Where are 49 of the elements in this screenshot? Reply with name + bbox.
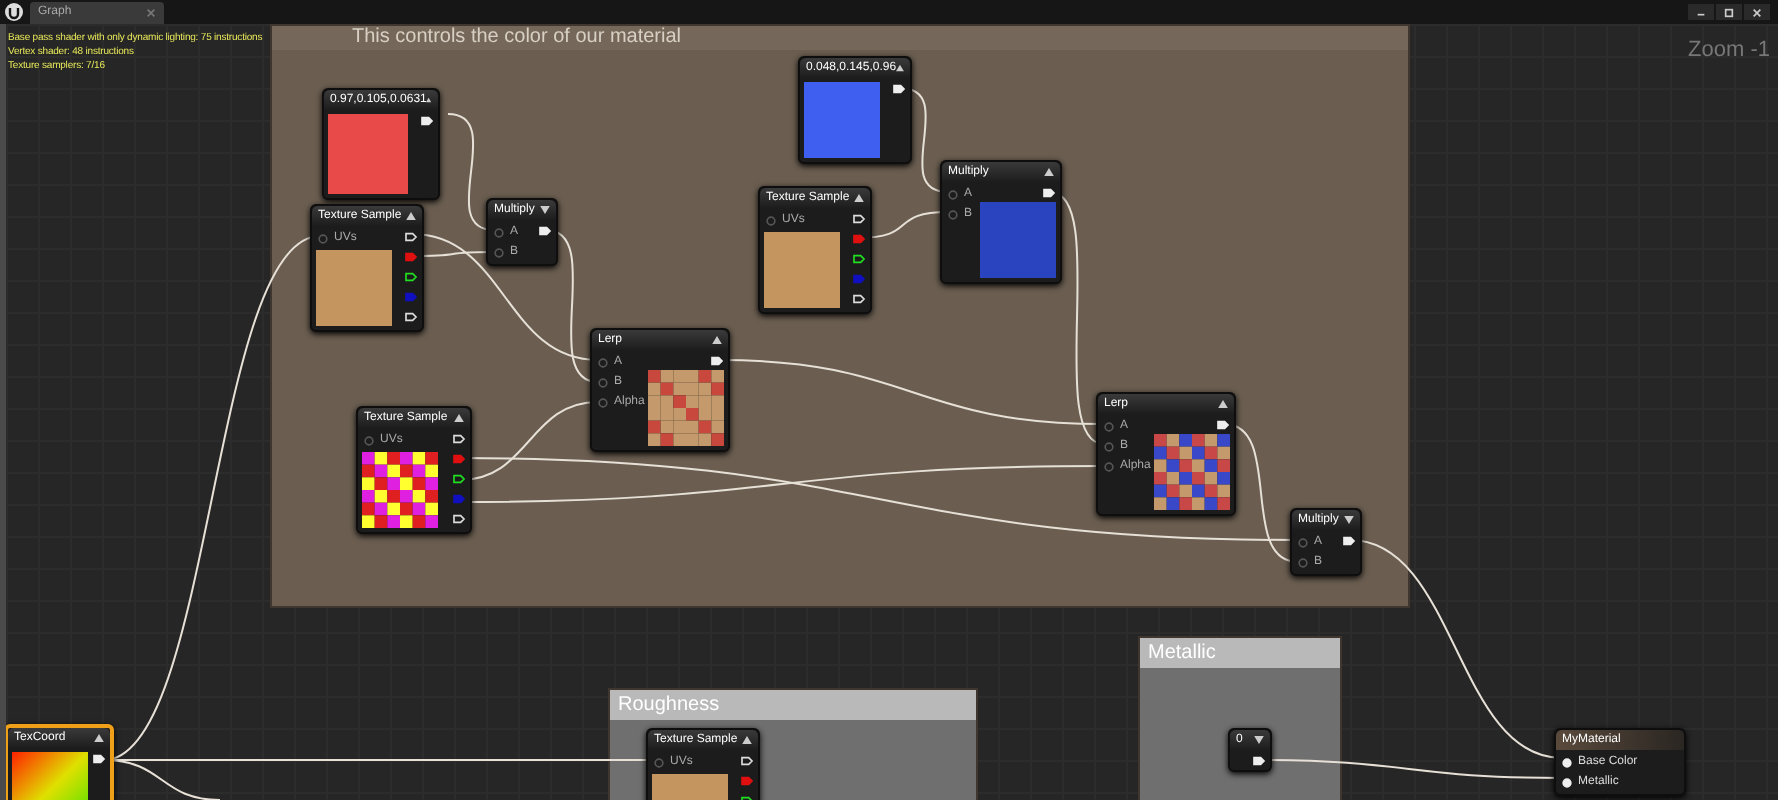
close-icon[interactable]: [146, 8, 156, 18]
input-pin-icon[interactable]: [766, 215, 776, 225]
close-icon: [1752, 7, 1762, 17]
close-button[interactable]: [1744, 4, 1770, 20]
texture-preview: [1154, 434, 1231, 510]
collapse-arrow-icon[interactable]: [94, 734, 104, 742]
maximize-icon: [1724, 7, 1734, 17]
input-pin-icon[interactable]: [364, 435, 374, 445]
input-pin-icon[interactable]: [318, 233, 328, 243]
texture-preview: [764, 232, 840, 308]
input-pin-icon[interactable]: [1298, 557, 1308, 567]
collapse-arrow-icon[interactable]: [426, 96, 432, 104]
input-pin-icon[interactable]: [948, 189, 958, 199]
collapse-arrow-icon[interactable]: [742, 736, 752, 744]
input-pin-icon[interactable]: [598, 357, 608, 367]
comment-title: Roughness: [616, 695, 720, 715]
input-pin-icon[interactable]: [598, 377, 608, 387]
input-pin-icon[interactable]: [1298, 537, 1308, 547]
graph-canvas[interactable]: [0, 24, 1778, 800]
output-pin-icon[interactable]: [404, 272, 418, 282]
color-preview: [980, 202, 1056, 278]
maximize-button[interactable]: [1716, 4, 1742, 20]
texture-preview: [316, 250, 392, 326]
output-pin-icon[interactable]: [852, 254, 866, 264]
texture-preview: [648, 370, 725, 446]
expand-arrow-icon[interactable]: [540, 206, 550, 214]
collapse-arrow-icon[interactable]: [854, 194, 864, 202]
texture-preview: [362, 452, 438, 528]
input-pin-icon[interactable]: [948, 209, 958, 219]
input-pin-icon[interactable]: [598, 397, 608, 407]
collapse-arrow-icon[interactable]: [406, 212, 416, 220]
expand-arrow-icon[interactable]: [1254, 736, 1264, 744]
input-pin-icon[interactable]: [1104, 461, 1114, 471]
collapse-arrow-icon[interactable]: [1044, 168, 1054, 176]
comment-title: This controls the color of our material: [352, 28, 682, 48]
comment-title: Metallic: [1146, 643, 1216, 663]
collapse-arrow-icon[interactable]: [454, 414, 464, 422]
zoom-label: Zoom -1: [1688, 36, 1770, 66]
input-pin-icon[interactable]: [654, 757, 664, 767]
input-pin-icon[interactable]: [1104, 421, 1114, 431]
collapse-arrow-icon[interactable]: [1218, 400, 1228, 408]
minimize-button[interactable]: [1688, 4, 1714, 20]
input-pin-icon[interactable]: [494, 227, 504, 237]
collapse-arrow-icon[interactable]: [896, 64, 904, 72]
input-pin-icon[interactable]: [1104, 441, 1114, 451]
expand-arrow-icon[interactable]: [1344, 516, 1354, 524]
input-pin-icon[interactable]: [494, 247, 504, 257]
collapse-arrow-icon[interactable]: [712, 336, 722, 344]
output-pin-icon[interactable]: [452, 474, 466, 484]
